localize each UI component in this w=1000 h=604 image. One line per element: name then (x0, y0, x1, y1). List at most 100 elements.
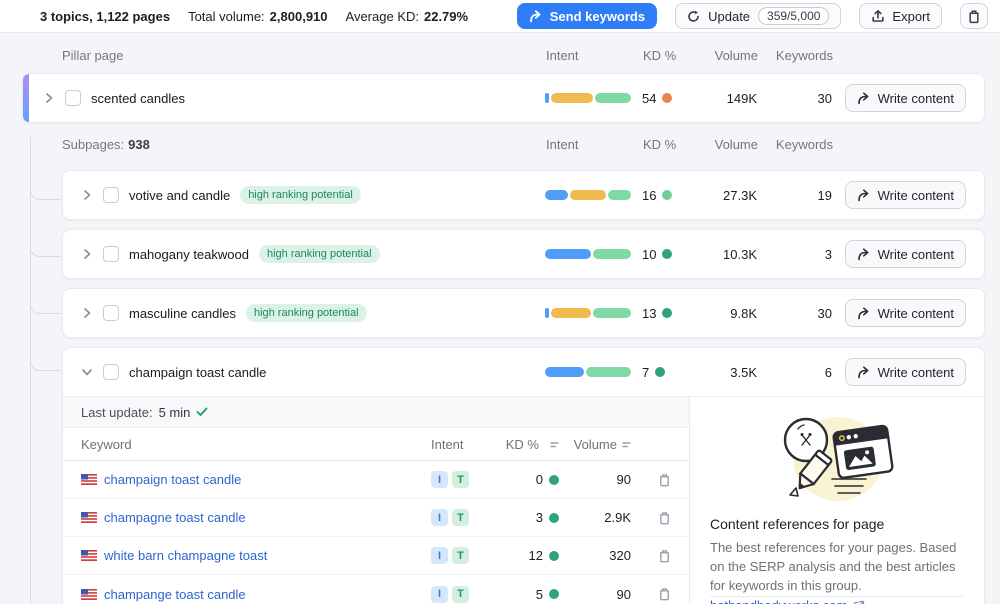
subpage-row[interactable]: masculine candles high ranking potential… (62, 288, 985, 338)
row-checkbox[interactable] (103, 187, 119, 203)
pillar-checkbox[interactable] (65, 90, 81, 106)
write-arrow-icon (857, 189, 871, 202)
write-arrow-icon (857, 366, 871, 379)
send-keywords-button[interactable]: Send keywords (517, 3, 657, 29)
intent-segment (545, 249, 591, 259)
last-update-value: 5 min (159, 405, 191, 420)
expand-chevron-right-icon[interactable] (43, 92, 55, 104)
write-content-button[interactable]: Write content (845, 358, 966, 386)
volume-value: 27.3K (687, 188, 757, 203)
intent-segment (551, 93, 593, 103)
column-kd: KD % (643, 48, 676, 63)
remove-keyword-button[interactable] (656, 471, 673, 489)
column-pillar-page: Pillar page (62, 48, 123, 63)
expand-chevron-right-icon[interactable] (81, 189, 93, 201)
volume-value: 90 (559, 587, 631, 602)
references-title: Content references for page (710, 516, 964, 532)
expand-chevron-right-icon[interactable] (81, 248, 93, 260)
stat-average-kd-label: Average KD: (346, 9, 419, 24)
external-link-icon[interactable] (853, 600, 865, 604)
stat-total-volume-value: 2,800,910 (270, 9, 328, 24)
column-volume: Volume (715, 48, 758, 63)
keywords-count: 6 (757, 365, 832, 380)
intent-segment (545, 190, 568, 200)
intent-badge-informational: I (431, 586, 448, 603)
expand-chevron-right-icon[interactable] (81, 307, 93, 319)
intent-segment (545, 308, 549, 318)
write-content-button[interactable]: Write content (845, 299, 966, 327)
kd-dot (549, 475, 559, 485)
subpage-name: mahogany teakwood (129, 247, 249, 262)
reference-link[interactable]: bathandbodyworks.com (710, 598, 847, 604)
update-success-check-icon (196, 407, 208, 417)
volume-value: 149K (687, 91, 757, 106)
us-flag-icon (81, 474, 97, 485)
remove-keyword-button[interactable] (656, 547, 673, 565)
subpages-label: Subpages: (62, 137, 124, 152)
intent-segment (545, 93, 549, 103)
write-arrow-icon (857, 92, 871, 105)
us-flag-icon (81, 550, 97, 561)
keyword-row: white barn champagne toast I T 12 320 (63, 537, 689, 575)
write-content-label: Write content (878, 365, 954, 380)
export-button[interactable]: Export (859, 3, 942, 29)
reference-link-row: bathandbodyworks.com (710, 596, 964, 604)
stat-total-volume-label: Total volume: (188, 9, 265, 24)
tree-branch-4 (30, 137, 61, 371)
intent-badge-transactional: T (452, 509, 469, 526)
keywords-count: 3 (757, 247, 832, 262)
expanded-detail: Last update: 5 min Keyword Intent KD % (63, 396, 984, 604)
topic-tree: Pillar page Intent KD % Volume Keywords … (0, 43, 1000, 604)
stat-average-kd: Average KD: 22.79% (346, 9, 469, 24)
subpage-row-expanded[interactable]: champaign toast candle 7 3.5K 6 Write co… (62, 347, 985, 604)
write-content-button[interactable]: Write content (845, 240, 966, 268)
write-content-label: Write content (878, 91, 954, 106)
delete-button[interactable] (960, 3, 988, 29)
write-content-button[interactable]: Write content (845, 181, 966, 209)
lightbulb-pencil-illustration-icon (762, 407, 912, 506)
remove-keyword-button[interactable] (656, 509, 673, 527)
row-checkbox[interactable] (103, 305, 119, 321)
write-arrow-icon (857, 248, 871, 261)
column-kd: KD % (506, 437, 539, 452)
sort-icon[interactable] (550, 437, 559, 452)
intent-segment (593, 308, 631, 318)
keyword-link[interactable]: champagne toast candle (104, 510, 246, 525)
keyword-link[interactable]: champange toast candle (104, 587, 246, 602)
keyword-table-header: Keyword Intent KD % Volume (63, 428, 689, 461)
ranking-potential-badge: high ranking potential (246, 304, 367, 322)
write-content-button[interactable]: Write content (845, 84, 966, 112)
kd-value: 0 (536, 472, 543, 487)
keyword-link[interactable]: champaign toast candle (104, 472, 241, 487)
remove-keyword-button[interactable] (656, 585, 673, 603)
kd-value: 3 (536, 510, 543, 525)
subpage-name: masculine candles (129, 306, 236, 321)
collapse-chevron-down-icon[interactable] (81, 366, 93, 378)
stat-average-kd-value: 22.79% (424, 9, 468, 24)
kd-dot (549, 589, 559, 599)
sort-icon[interactable] (622, 437, 631, 452)
subpage-name: champaign toast candle (129, 365, 266, 380)
pillar-row[interactable]: scented candles 54 149K 30 Write content (22, 73, 985, 123)
us-flag-icon (81, 589, 97, 600)
column-keywords: Keywords (776, 48, 833, 63)
intent-bar (545, 190, 631, 200)
row-checkbox[interactable] (103, 364, 119, 380)
intent-badge-transactional: T (452, 471, 469, 488)
intent-bar (545, 308, 631, 318)
kd-value: 13 (642, 306, 656, 321)
update-label: Update (708, 9, 750, 24)
keywords-count: 30 (757, 91, 832, 106)
trash-icon (967, 9, 981, 24)
subpage-row[interactable]: votive and candle high ranking potential… (62, 170, 985, 220)
row-checkbox[interactable] (103, 246, 119, 262)
subpage-row[interactable]: mahogany teakwood high ranking potential… (62, 229, 985, 279)
column-kd: KD % (643, 137, 676, 152)
ranking-potential-badge: high ranking potential (259, 245, 380, 263)
kd-value: 5 (536, 587, 543, 602)
intent-bar (545, 93, 631, 103)
keyword-link[interactable]: white barn champagne toast (104, 548, 267, 563)
keyword-table-pane: Last update: 5 min Keyword Intent KD % (63, 397, 690, 604)
update-button[interactable]: Update 359/5,000 (675, 3, 841, 29)
intent-segment (586, 367, 631, 377)
